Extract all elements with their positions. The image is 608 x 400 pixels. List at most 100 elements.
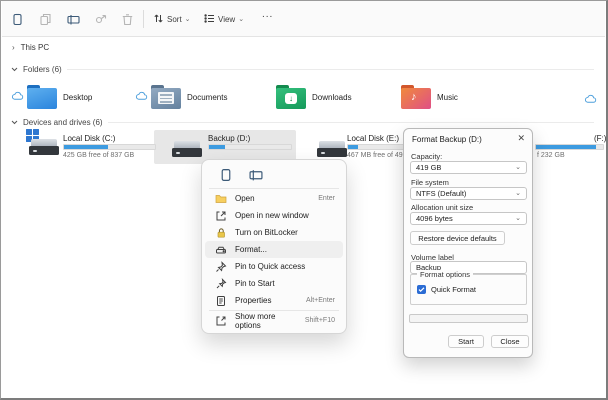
chevron-down-icon: ⌄ xyxy=(515,190,521,197)
allocation-dropdown[interactable]: 4096 bytes ⌄ xyxy=(410,212,527,225)
format-progress-bar xyxy=(409,314,528,323)
breadcrumb[interactable]: This PC xyxy=(21,43,49,52)
format-dialog: Format Backup (D:) ✕ Capacity: 419 GB ⌄ … xyxy=(403,128,533,358)
clipboard-icon[interactable] xyxy=(219,168,233,182)
chevron-down-icon xyxy=(11,67,18,72)
downloads-folder-icon: ↓ xyxy=(276,85,306,109)
view-label: View xyxy=(218,15,235,24)
folder-tile-desktop[interactable]: Desktop xyxy=(27,85,92,109)
start-button[interactable]: Start xyxy=(448,335,484,348)
sort-button[interactable]: Sort ⌄ xyxy=(153,11,191,28)
command-toolbar: Sort ⌄ View ⌄ ... xyxy=(2,1,605,37)
menu-item-properties[interactable]: Properties Alt+Enter xyxy=(205,292,343,309)
disk-usage-bar xyxy=(535,144,604,150)
pushpin-icon xyxy=(215,278,227,290)
quick-format-label: Quick Format xyxy=(431,285,476,294)
folder-tile-documents[interactable]: Documents xyxy=(151,85,227,109)
rename-icon[interactable] xyxy=(249,168,263,182)
new-window-icon xyxy=(215,210,227,222)
menu-shortcut: Alt+Enter xyxy=(306,297,335,304)
paste-clipboard-icon[interactable] xyxy=(9,11,26,28)
menu-item-label: Turn on BitLocker xyxy=(235,228,298,237)
section-divider xyxy=(67,69,594,70)
pin-icon xyxy=(215,261,227,273)
menu-item-open[interactable]: Open Enter xyxy=(205,190,343,207)
chevron-down-icon: ⌄ xyxy=(238,16,244,23)
show-more-icon xyxy=(215,315,227,327)
folders-section-label: Folders (6) xyxy=(23,65,62,74)
menu-item-pin-quick-access[interactable]: Pin to Quick access xyxy=(205,258,343,275)
format-options-group: Format options Quick Format xyxy=(410,274,527,305)
restore-defaults-label: Restore device defaults xyxy=(418,234,496,243)
drive-label: (F:) xyxy=(594,134,606,143)
folder-label: Documents xyxy=(187,93,227,102)
menu-item-bitlocker[interactable]: Turn on BitLocker xyxy=(205,224,343,241)
folder-label: Desktop xyxy=(63,93,92,102)
menu-item-label: Open in new window xyxy=(235,211,309,220)
cloud-sync-icon xyxy=(584,94,597,104)
sort-label: Sort xyxy=(167,15,182,24)
filesystem-value: NTFS (Default) xyxy=(416,189,466,198)
desktop-folder-icon xyxy=(27,85,57,109)
menu-separator xyxy=(209,188,339,189)
chevron-down-icon: ⌄ xyxy=(185,16,191,23)
section-divider xyxy=(108,122,594,123)
close-label: Close xyxy=(500,337,519,346)
file-explorer-window: Sort ⌄ View ⌄ ... › This PC Folders (6) xyxy=(0,0,608,400)
capacity-dropdown[interactable]: 419 GB ⌄ xyxy=(410,161,527,174)
view-list-icon xyxy=(204,13,215,26)
menu-item-pin-start[interactable]: Pin to Start xyxy=(205,275,343,292)
rename-icon[interactable] xyxy=(65,11,82,28)
share-icon[interactable] xyxy=(92,11,109,28)
devices-section-label: Devices and drives (6) xyxy=(23,118,103,127)
folder-label: Downloads xyxy=(312,93,352,102)
menu-item-label: Pin to Start xyxy=(235,279,275,288)
drive-label: Local Disk (E:) xyxy=(347,134,399,143)
music-folder-icon: ♪ xyxy=(401,85,431,109)
folder-tile-music[interactable]: ♪ Music xyxy=(401,85,458,109)
menu-item-show-more[interactable]: Show more options Shift+F10 xyxy=(205,312,343,329)
more-options-icon[interactable]: ... xyxy=(262,9,273,20)
view-button[interactable]: View ⌄ xyxy=(204,11,244,28)
checkbox-checked-icon[interactable] xyxy=(417,285,426,294)
drive-label: Local Disk (C:) xyxy=(63,134,115,143)
format-options-label: Format options xyxy=(417,270,473,279)
menu-item-label: Properties xyxy=(235,296,271,305)
sort-arrows-icon xyxy=(153,13,164,26)
hard-drive-icon xyxy=(171,139,203,161)
documents-folder-icon xyxy=(151,85,181,109)
close-icon[interactable]: ✕ xyxy=(517,133,525,144)
drive-label: Backup (D:) xyxy=(208,134,250,143)
restore-defaults-button[interactable]: Restore device defaults xyxy=(410,231,505,245)
menu-item-label: Show more options xyxy=(235,312,297,330)
folder-label: Music xyxy=(437,93,458,102)
quick-actions-row xyxy=(205,162,343,187)
copy-icon[interactable] xyxy=(37,11,54,28)
delete-icon[interactable] xyxy=(119,11,136,28)
drive-free-space: 425 GB free of 837 GB xyxy=(63,152,134,159)
filesystem-dropdown[interactable]: NTFS (Default) ⌄ xyxy=(410,187,527,200)
cloud-sync-icon xyxy=(135,91,148,101)
chevron-down-icon: ⌄ xyxy=(515,215,521,222)
close-button[interactable]: Close xyxy=(491,335,529,348)
bitlocker-lock-icon xyxy=(215,227,227,239)
chevron-down-icon: ⌄ xyxy=(515,164,521,171)
folder-tile-downloads[interactable]: ↓ Downloads xyxy=(276,85,352,109)
drive-free-space: f 232 GB xyxy=(537,152,565,159)
menu-shortcut: Enter xyxy=(318,195,335,202)
quick-format-checkbox-row[interactable]: Quick Format xyxy=(417,285,476,294)
capacity-value: 419 GB xyxy=(416,163,441,172)
start-label: Start xyxy=(458,337,474,346)
filesystem-label: File system xyxy=(411,178,449,187)
disk-usage-bar xyxy=(208,144,292,150)
hard-drive-icon xyxy=(316,139,348,161)
menu-item-format[interactable]: Format... xyxy=(205,241,343,258)
folders-section-header[interactable]: Folders (6) xyxy=(11,65,594,74)
allocation-value: 4096 bytes xyxy=(416,214,453,223)
allocation-label: Allocation unit size xyxy=(411,203,473,212)
menu-item-open-new-window[interactable]: Open in new window xyxy=(205,207,343,224)
devices-section-header[interactable]: Devices and drives (6) xyxy=(11,118,594,127)
breadcrumb-chevron-icon[interactable]: › xyxy=(12,43,15,52)
chevron-down-icon xyxy=(11,120,18,125)
disk-usage-bar xyxy=(63,144,156,150)
